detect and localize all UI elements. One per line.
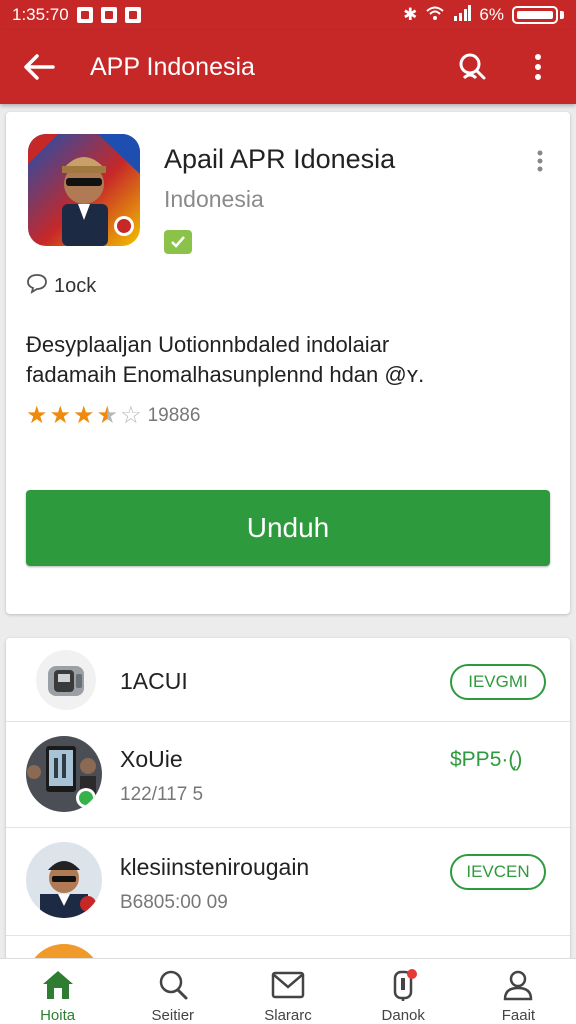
bluetooth-icon: ✱ — [403, 5, 418, 24]
nav-item-notifications[interactable]: Danok — [346, 959, 461, 1024]
app-icon — [28, 134, 140, 246]
star-half-icon: ★ — [96, 402, 119, 429]
list-item[interactable]: XoUie 122/117 5 $PP5·(̨) — [6, 722, 570, 828]
list-item-price[interactable]: $PP5·(̨) — [450, 748, 522, 772]
checkbox-notification-icon — [124, 7, 141, 23]
notification-icon — [385, 967, 421, 1003]
list-item[interactable] — [6, 936, 570, 960]
app-more-icon[interactable] — [526, 146, 554, 176]
app-thumbnail — [26, 736, 102, 812]
app-description: Đesyplaaljan Uotionnbdaled indolaiar fad… — [26, 330, 556, 390]
app-name: Apail APR Idonesia — [164, 144, 396, 174]
search-icon[interactable] — [452, 47, 492, 87]
description-line: Đesyplaaljan Uotionnbdaled indolaiar — [26, 332, 390, 357]
star-empty-icon: ☆ — [120, 402, 142, 429]
battery-percent: 6% — [479, 5, 504, 24]
app-detail-card: Apail APR Idonesia Indonesia 1ock Đesypl… — [6, 112, 570, 614]
nav-item-mail[interactable]: Slararc — [230, 959, 345, 1024]
app-bar-actions — [452, 47, 558, 87]
battery-icon — [512, 6, 558, 24]
list-item-name: 1ACUI — [120, 668, 188, 694]
nav-item-profile[interactable]: Faait — [461, 959, 576, 1024]
nav-label: Slararc — [264, 1007, 312, 1024]
app-developer[interactable]: Indonesia — [164, 186, 264, 213]
wifi-icon — [425, 5, 445, 26]
app-thumbnail — [26, 842, 102, 918]
list-item-name: XoUie — [120, 746, 183, 772]
bottom-navigation: Hoita Seitier Slararc Danok Faait — [0, 958, 576, 1024]
description-line: fadamaih Enomalhasunplennd hdan @ʏ. — [26, 362, 425, 387]
list-item-subtitle: 122/117 5 — [120, 784, 204, 805]
star-full-icon: ★ — [73, 402, 95, 429]
search-icon — [155, 967, 191, 1003]
mail-icon — [270, 967, 306, 1003]
app-bar-title: APP Indonesia — [90, 52, 255, 81]
list-item-action-button[interactable]: IEVCEN — [450, 854, 546, 890]
related-apps-list: 1ACUI IEVGMI XoUie 122/117 5 $PP5·(̨) kl… — [6, 638, 570, 960]
person-icon — [500, 967, 536, 1003]
list-item[interactable]: klesiinstenirougain B6805:00 09 IEVCEN — [6, 828, 570, 936]
list-item[interactable]: 1ACUI IEVGMI — [6, 638, 570, 722]
battery-tip — [560, 11, 564, 19]
meta-label: 1ock — [54, 274, 97, 297]
status-time: 1:35:70 — [12, 5, 69, 24]
signal-icon — [453, 4, 472, 26]
comment-icon — [26, 272, 48, 300]
status-bar: 1:35:70 ✱ 6% — [0, 0, 576, 30]
home-icon — [40, 967, 76, 1003]
list-item-subtitle: B6805:00 09 — [120, 892, 228, 913]
meta-row: 1ock — [26, 272, 96, 300]
nav-item-search[interactable]: Seitier — [115, 959, 230, 1024]
arrow-back-icon[interactable] — [18, 46, 60, 88]
list-item-name: klesiinstenirougain — [120, 854, 310, 880]
nav-label: Hoita — [40, 1007, 76, 1024]
install-button[interactable]: Unduh — [26, 490, 550, 566]
rating-row: ★ ★ ★ ★ ☆ 19886 — [26, 404, 200, 428]
nav-label: Seitier — [151, 1007, 195, 1024]
more-vert-icon[interactable] — [518, 47, 558, 87]
notification-icon — [100, 7, 117, 23]
status-right: ✱ 6% — [403, 4, 564, 26]
notification-icon — [76, 7, 93, 23]
status-left: 1:35:70 — [12, 5, 141, 25]
list-item-action-button[interactable]: IEVGMI — [450, 664, 546, 700]
verified-badge-icon — [164, 230, 192, 254]
nav-label: Danok — [381, 1007, 425, 1024]
star-full-icon: ★ — [49, 402, 72, 429]
nav-label: Faait — [501, 1007, 536, 1024]
app-thumbnail — [36, 650, 96, 710]
app-bar: APP Indonesia — [0, 30, 576, 104]
nav-item-home[interactable]: Hoita — [0, 959, 115, 1024]
rating-count: 19886 — [147, 405, 201, 426]
star-full-icon: ★ — [26, 402, 48, 429]
